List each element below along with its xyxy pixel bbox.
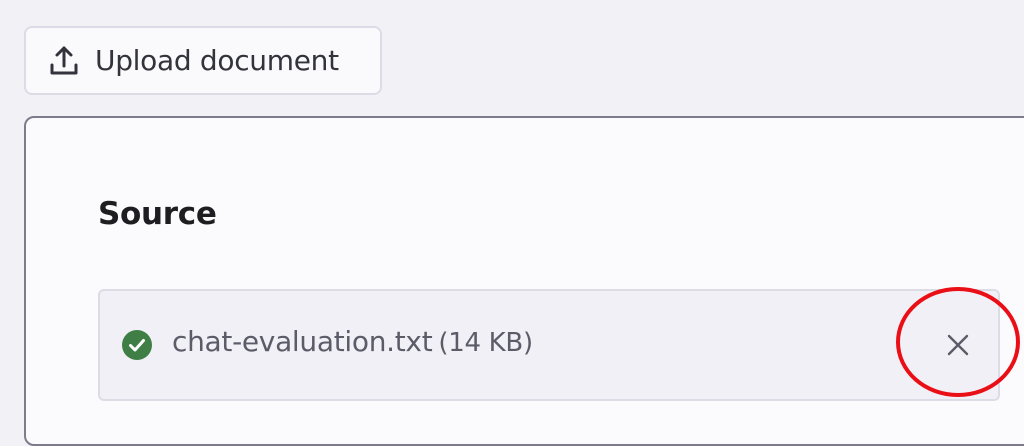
upload-document-label: Upload document <box>95 44 339 77</box>
remove-file-button[interactable] <box>944 331 972 359</box>
file-name-text: chat-evaluation.txt <box>172 325 433 358</box>
file-item: chat-evaluation.txt (14 KB) <box>98 289 1000 401</box>
close-icon <box>946 333 970 357</box>
source-panel: Source chat-evaluation.txt (14 KB) <box>24 116 1024 446</box>
file-size: (14 KB) <box>438 328 533 358</box>
check-circle-icon <box>122 330 152 360</box>
source-title: Source <box>98 196 217 232</box>
file-name: chat-evaluation.txt (14 KB) <box>172 325 533 358</box>
upload-document-button[interactable]: Upload document <box>24 26 382 95</box>
upload-icon <box>48 45 80 77</box>
